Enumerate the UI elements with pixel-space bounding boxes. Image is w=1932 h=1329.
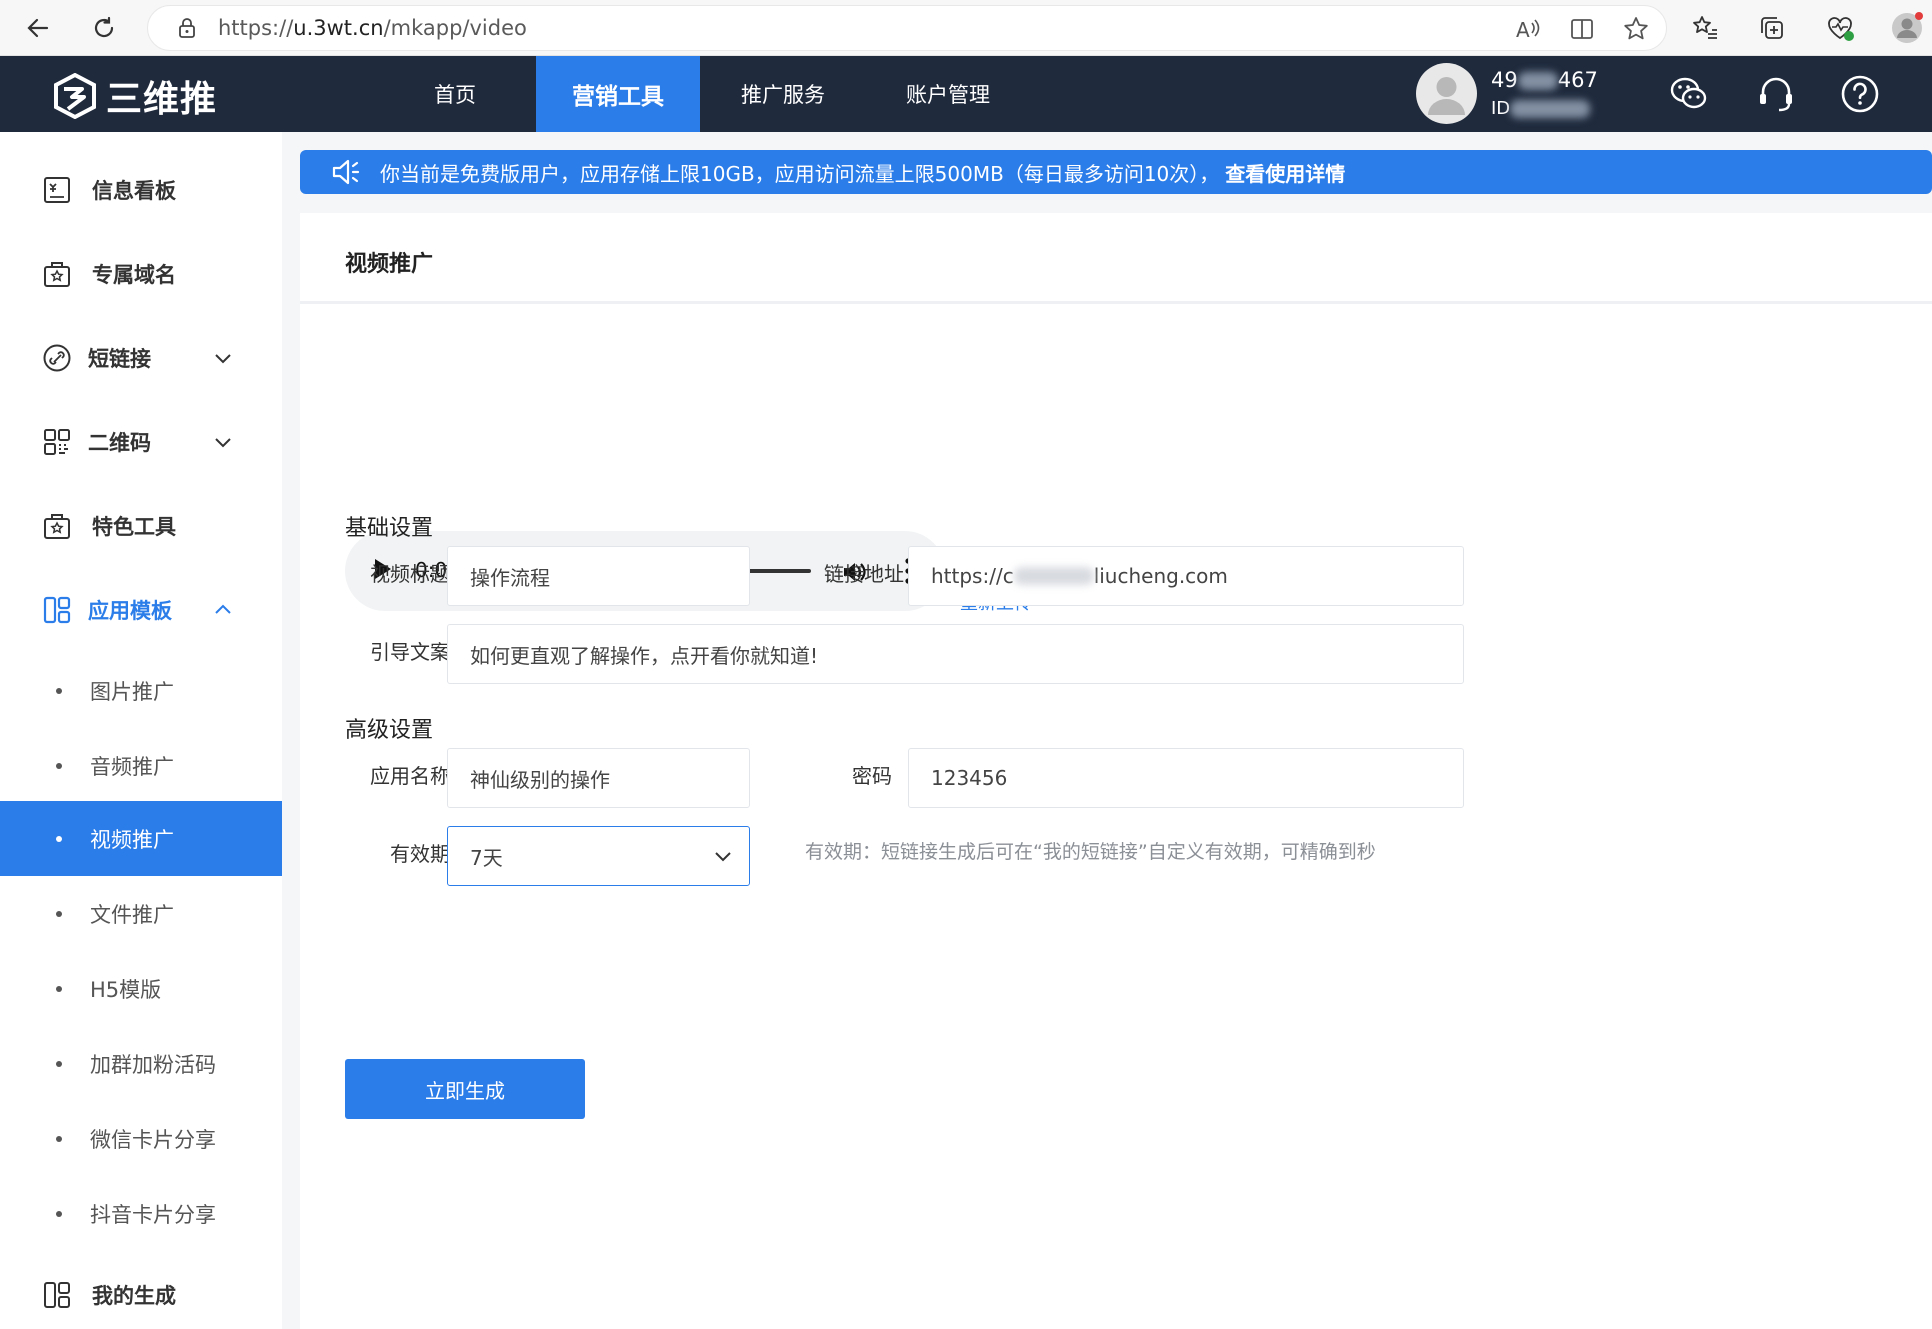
link-icon <box>43 344 71 372</box>
page-title: 视频推广 <box>345 252 434 277</box>
sidebar-item-domain[interactable]: 专属域名 <box>0 244 282 304</box>
favorites-list-icon[interactable] <box>1690 8 1720 48</box>
video-title-label: 视频标题 <box>370 562 450 586</box>
link-address-label: 链接地址 <box>824 562 904 586</box>
chevron-down-icon[interactable] <box>212 431 234 453</box>
advanced-settings-heading: 高级设置 <box>345 718 434 743</box>
validity-label: 有效期 <box>390 842 450 866</box>
chevron-down-icon <box>715 852 731 862</box>
sidebar-item-special-tools[interactable]: 特色工具 <box>0 496 282 556</box>
app-header: 三维推 首页 营销工具 推广服务 账户管理 49 467 ID <box>0 56 1932 132</box>
app-name-label: 应用名称 <box>370 764 450 788</box>
sidebar-subitem-group-qrcode[interactable]: 加群加粉活码 <box>0 1026 282 1101</box>
nav-promotion-services[interactable]: 推广服务 <box>730 56 836 132</box>
sidebar-item-qrcode[interactable]: 二维码 <box>0 412 282 472</box>
template-icon <box>43 596 71 624</box>
validity-select[interactable]: 7天 <box>447 826 750 886</box>
sidebar-item-app-templates[interactable]: 应用模板 <box>0 580 282 640</box>
url-text: https://u.3wt.cn/mkapp/video <box>218 16 527 40</box>
user-id: ID <box>1491 98 1591 119</box>
dashboard-icon <box>44 177 70 203</box>
notice-message: 你当前是免费版用户，应用存储上限10GB，应用访问流量上限500MB（每日最多访… <box>380 161 1220 186</box>
user-name: 49 467 <box>1491 68 1598 92</box>
back-icon[interactable] <box>18 8 58 48</box>
template-icon <box>44 1282 70 1308</box>
sidebar-item-short-link[interactable]: 短链接 <box>0 328 282 388</box>
address-bar[interactable]: https://u.3wt.cn/mkapp/video A <box>147 5 1667 51</box>
headset-support-icon[interactable] <box>1755 73 1797 115</box>
favorite-star-icon[interactable] <box>1622 15 1650 43</box>
sidebar: 信息看板 专属域名 短链接 二维码 特色工具 应用模板 图片推广 音频推广 视频… <box>0 132 282 1329</box>
sidebar-subitem-wechat-card[interactable]: 微信卡片分享 <box>0 1101 282 1176</box>
sidebar-subitem-video-promo[interactable]: 视频推广 <box>0 801 282 876</box>
briefcase-star-icon <box>44 262 70 287</box>
sidebar-item-my-generated[interactable]: 我的生成 <box>0 1265 282 1325</box>
guide-text-input[interactable]: 如何更直观了解操作，点开看你就知道! <box>447 624 1464 684</box>
lock-icon <box>179 18 195 38</box>
browser-toolbar: https://u.3wt.cn/mkapp/video A <box>0 0 1932 56</box>
app-name-input[interactable]: 神仙级别的操作 <box>447 748 750 808</box>
user-avatar[interactable] <box>1416 63 1477 124</box>
split-screen-icon[interactable] <box>1568 15 1596 43</box>
password-label: 密码 <box>852 764 892 788</box>
sidebar-item-dashboard[interactable]: 信息看板 <box>0 160 282 220</box>
brand-logo[interactable]: 三维推 <box>52 70 217 122</box>
sidebar-subitem-douyin-card[interactable]: 抖音卡片分享 <box>0 1176 282 1251</box>
brand-cube-icon <box>54 73 96 119</box>
sidebar-subitem-file-promo[interactable]: 文件推广 <box>0 876 282 951</box>
generate-button[interactable]: 立即生成 <box>345 1059 585 1119</box>
link-address-input[interactable]: https://c liucheng.com <box>908 546 1464 606</box>
help-icon[interactable] <box>1839 73 1881 115</box>
notice-banner: 你当前是免费版用户，应用存储上限10GB，应用访问流量上限500MB（每日最多访… <box>300 150 1932 194</box>
guide-text-label: 引导文案 <box>370 640 450 664</box>
wechat-icon[interactable] <box>1668 73 1710 115</box>
qrcode-icon <box>44 429 70 455</box>
browser-essentials-icon[interactable] <box>1825 8 1855 48</box>
divider <box>300 301 1932 304</box>
password-input[interactable]: 123456 <box>908 748 1464 808</box>
profile-avatar-icon[interactable] <box>1890 8 1924 48</box>
sidebar-subitem-h5-template[interactable]: H5模版 <box>0 951 282 1026</box>
sidebar-subitem-image-promo[interactable]: 图片推广 <box>0 653 282 728</box>
nav-account-management[interactable]: 账户管理 <box>895 56 1001 132</box>
read-aloud-icon[interactable]: A <box>1514 15 1542 43</box>
main-content: 视频推广 0:00 / 0:09 重新上传 基础设置 视频标题 操作流程 链接地… <box>300 213 1932 1329</box>
usage-details-link[interactable]: 查看使用详情 <box>1225 158 1345 187</box>
chevron-down-icon[interactable] <box>212 347 234 369</box>
brand-name: 三维推 <box>106 79 218 120</box>
basic-settings-heading: 基础设置 <box>345 516 434 541</box>
briefcase-star-icon <box>44 514 70 539</box>
collections-icon[interactable] <box>1757 8 1787 48</box>
video-title-input[interactable]: 操作流程 <box>447 546 750 606</box>
svg-text:A: A <box>1516 18 1530 42</box>
speaker-icon <box>332 159 360 185</box>
refresh-icon[interactable] <box>84 8 124 48</box>
nav-marketing-tools[interactable]: 营销工具 <box>536 56 700 132</box>
sidebar-subitem-audio-promo[interactable]: 音频推广 <box>0 728 282 803</box>
chevron-up-icon[interactable] <box>212 599 234 621</box>
nav-home[interactable]: 首页 <box>410 56 500 132</box>
validity-hint: 有效期：短链接生成后可在“我的短链接”自定义有效期，可精确到秒 <box>805 841 1376 863</box>
